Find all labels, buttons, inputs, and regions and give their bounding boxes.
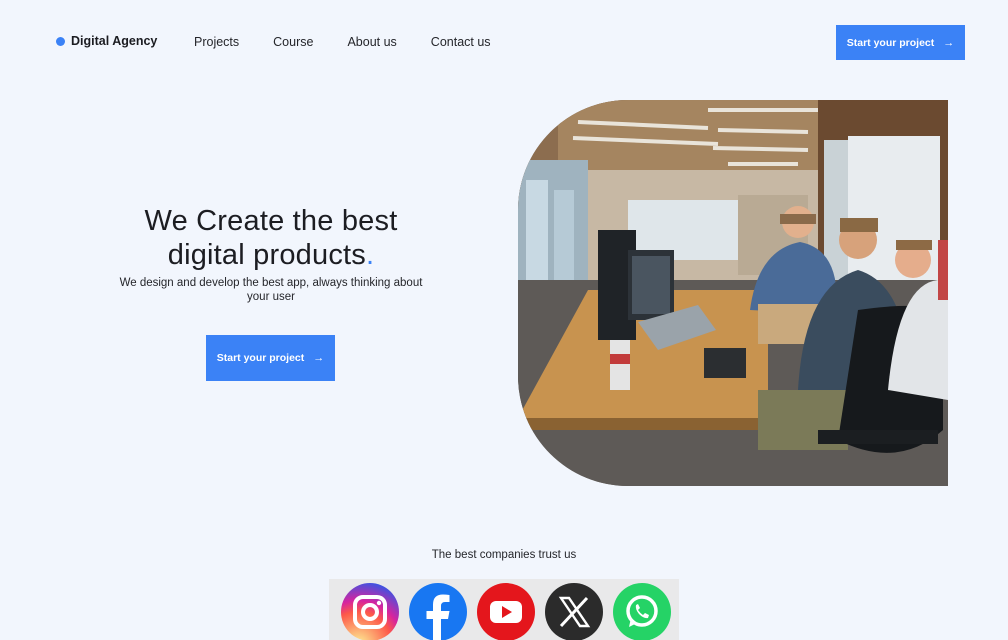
nav-link-about[interactable]: About us [347, 35, 396, 49]
office-illustration [518, 100, 948, 486]
arrow-right-icon: → [313, 352, 325, 364]
hero-office-photo [518, 100, 948, 486]
brand-name: Digital Agency [71, 34, 158, 48]
brand-dot-icon [56, 36, 65, 46]
start-project-button-header[interactable]: Start your project → [836, 25, 965, 60]
x-icon[interactable] [545, 583, 603, 640]
instagram-icon[interactable] [341, 583, 399, 640]
nav-links: Projects Course About us Contact us [194, 35, 491, 49]
youtube-icon[interactable] [477, 583, 535, 640]
start-project-label: Start your project [846, 36, 935, 49]
start-project-button-hero[interactable]: Start your project → [206, 335, 335, 381]
hero-title-line1: We Create the best [144, 205, 398, 237]
top-navigation: Digital Agency Projects Course About us … [0, 0, 1008, 86]
brand-logo[interactable]: Digital Agency [56, 34, 157, 48]
nav-link-projects[interactable]: Projects [194, 35, 239, 49]
hero-title: We Create the best digital products. [100, 204, 442, 272]
hero-title-dot: . [366, 239, 375, 271]
hero-subtitle: We design and develop the best app, alwa… [119, 277, 423, 303]
arrow-right-icon: → [943, 36, 955, 49]
hero-title-line2: digital products [167, 239, 366, 271]
nav-link-contact[interactable]: Contact us [431, 35, 491, 49]
partner-logos [329, 579, 679, 640]
nav-link-course[interactable]: Course [273, 35, 313, 49]
whatsapp-icon[interactable] [613, 583, 671, 640]
facebook-icon[interactable] [409, 583, 467, 640]
start-project-label: Start your project [216, 352, 305, 364]
trust-title: The best companies trust us [431, 549, 577, 561]
